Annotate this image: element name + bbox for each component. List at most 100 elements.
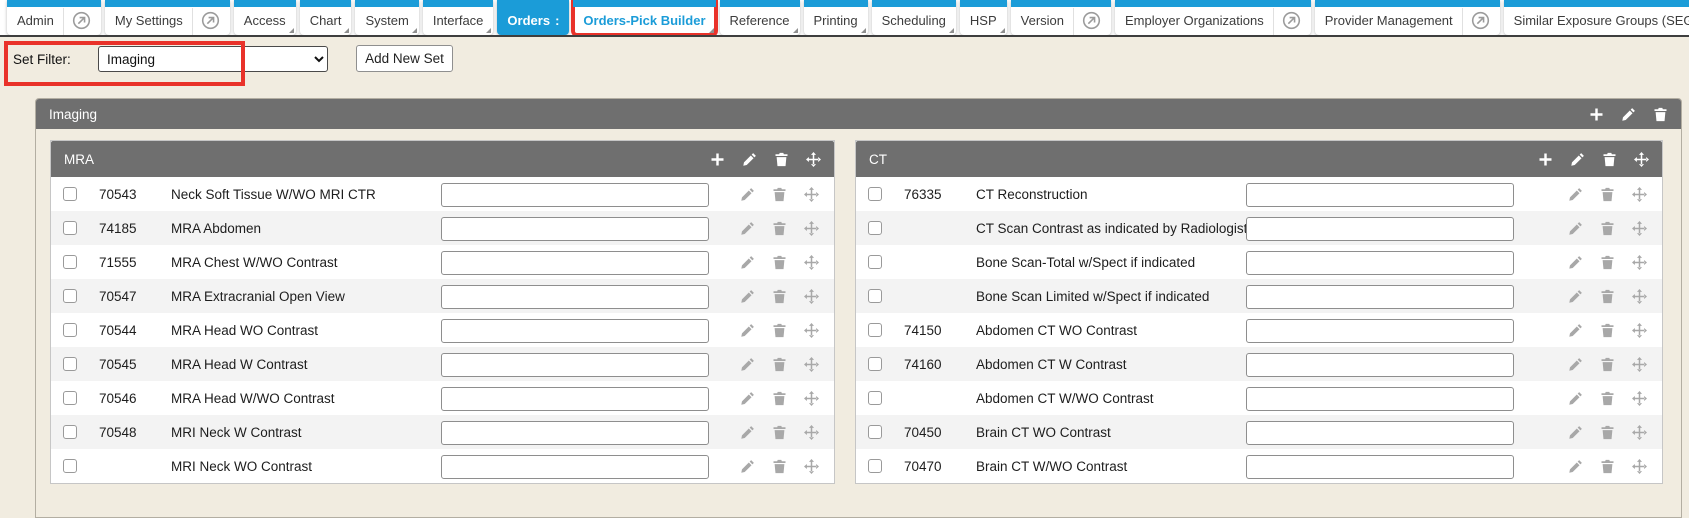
row-text-input[interactable]	[1246, 455, 1514, 479]
row-text-input[interactable]	[441, 455, 709, 479]
row-text-input[interactable]	[441, 319, 709, 343]
move-icon[interactable]	[1632, 459, 1647, 474]
row-checkbox[interactable]	[63, 357, 77, 371]
row-checkbox[interactable]	[63, 391, 77, 405]
plus-icon[interactable]	[1538, 152, 1553, 167]
row-checkbox[interactable]	[63, 459, 77, 473]
pencil-icon[interactable]	[1621, 107, 1636, 122]
move-icon[interactable]	[804, 289, 819, 304]
trash-icon[interactable]	[772, 425, 787, 440]
move-icon[interactable]	[1632, 255, 1647, 270]
pencil-icon[interactable]	[740, 425, 755, 440]
trash-icon[interactable]	[772, 459, 787, 474]
pencil-icon[interactable]	[740, 357, 755, 372]
pencil-icon[interactable]	[740, 289, 755, 304]
row-text-input[interactable]	[441, 285, 709, 309]
tab-chart[interactable]: Chart	[300, 0, 352, 35]
pencil-icon[interactable]	[740, 221, 755, 236]
pencil-icon[interactable]	[1568, 459, 1583, 474]
row-checkbox[interactable]	[868, 255, 882, 269]
tab-similar-exposure-groups-segs[interactable]: Similar Exposure Groups (SEGs)	[1504, 0, 1689, 35]
move-icon[interactable]	[804, 255, 819, 270]
tab-version[interactable]: Version	[1011, 0, 1111, 35]
trash-icon[interactable]	[1600, 459, 1615, 474]
tab-hsp[interactable]: HSP	[960, 0, 1007, 35]
trash-icon[interactable]	[774, 152, 789, 167]
trash-icon[interactable]	[772, 289, 787, 304]
row-checkbox[interactable]	[868, 357, 882, 371]
row-checkbox[interactable]	[63, 255, 77, 269]
trash-icon[interactable]	[1600, 255, 1615, 270]
move-icon[interactable]	[804, 425, 819, 440]
row-checkbox[interactable]	[63, 187, 77, 201]
trash-icon[interactable]	[1600, 357, 1615, 372]
move-icon[interactable]	[804, 187, 819, 202]
row-text-input[interactable]	[1246, 353, 1514, 377]
trash-icon[interactable]	[772, 323, 787, 338]
trash-icon[interactable]	[772, 391, 787, 406]
move-icon[interactable]	[1632, 187, 1647, 202]
external-link-icon[interactable]	[1082, 11, 1101, 30]
trash-icon[interactable]	[772, 357, 787, 372]
row-checkbox[interactable]	[63, 221, 77, 235]
tab-admin[interactable]: Admin	[7, 0, 101, 35]
trash-icon[interactable]	[772, 255, 787, 270]
move-icon[interactable]	[1632, 323, 1647, 338]
pencil-icon[interactable]	[740, 391, 755, 406]
trash-icon[interactable]	[772, 187, 787, 202]
trash-icon[interactable]	[1600, 323, 1615, 338]
move-icon[interactable]	[1632, 357, 1647, 372]
pencil-icon[interactable]	[1568, 425, 1583, 440]
row-text-input[interactable]	[1246, 251, 1514, 275]
pencil-icon[interactable]	[740, 323, 755, 338]
move-icon[interactable]	[804, 357, 819, 372]
add-new-set-button[interactable]: Add New Set	[356, 45, 453, 72]
pencil-icon[interactable]	[742, 152, 757, 167]
move-icon[interactable]	[806, 152, 821, 167]
trash-icon[interactable]	[1653, 107, 1668, 122]
set-filter-select[interactable]: Imaging	[98, 46, 328, 72]
row-checkbox[interactable]	[63, 323, 77, 337]
trash-icon[interactable]	[1602, 152, 1617, 167]
tab-system[interactable]: System	[355, 0, 418, 35]
row-checkbox[interactable]	[868, 391, 882, 405]
pencil-icon[interactable]	[1570, 152, 1585, 167]
move-icon[interactable]	[1632, 391, 1647, 406]
pencil-icon[interactable]	[1568, 255, 1583, 270]
external-link-icon[interactable]	[201, 11, 220, 30]
pencil-icon[interactable]	[740, 187, 755, 202]
tab-provider-management[interactable]: Provider Management	[1315, 0, 1500, 35]
row-checkbox[interactable]	[63, 289, 77, 303]
row-text-input[interactable]	[441, 387, 709, 411]
row-text-input[interactable]	[1246, 217, 1514, 241]
row-text-input[interactable]	[1246, 387, 1514, 411]
tab-employer-organizations[interactable]: Employer Organizations	[1115, 0, 1311, 35]
move-icon[interactable]	[804, 221, 819, 236]
pencil-icon[interactable]	[1568, 323, 1583, 338]
tab-interface[interactable]: Interface	[423, 0, 494, 35]
row-text-input[interactable]	[441, 353, 709, 377]
pencil-icon[interactable]	[740, 255, 755, 270]
move-icon[interactable]	[804, 459, 819, 474]
pencil-icon[interactable]	[740, 459, 755, 474]
trash-icon[interactable]	[772, 221, 787, 236]
tab-my-settings[interactable]: My Settings	[105, 0, 230, 35]
tab-printing[interactable]: Printing	[804, 0, 868, 35]
plus-icon[interactable]	[1589, 107, 1604, 122]
row-checkbox[interactable]	[63, 425, 77, 439]
tab-orders-pick-builder[interactable]: Orders-Pick Builder	[573, 0, 715, 35]
row-text-input[interactable]	[1246, 285, 1514, 309]
row-text-input[interactable]	[1246, 421, 1514, 445]
row-text-input[interactable]	[441, 183, 709, 207]
pencil-icon[interactable]	[1568, 391, 1583, 406]
external-link-icon[interactable]	[1282, 11, 1301, 30]
row-text-input[interactable]	[1246, 183, 1514, 207]
tab-reference[interactable]: Reference	[720, 0, 800, 35]
external-link-icon[interactable]	[1471, 11, 1490, 30]
move-icon[interactable]	[1632, 289, 1647, 304]
row-checkbox[interactable]	[868, 459, 882, 473]
row-checkbox[interactable]	[868, 425, 882, 439]
move-icon[interactable]	[1632, 425, 1647, 440]
row-checkbox[interactable]	[868, 187, 882, 201]
tab-access[interactable]: Access	[234, 0, 296, 35]
